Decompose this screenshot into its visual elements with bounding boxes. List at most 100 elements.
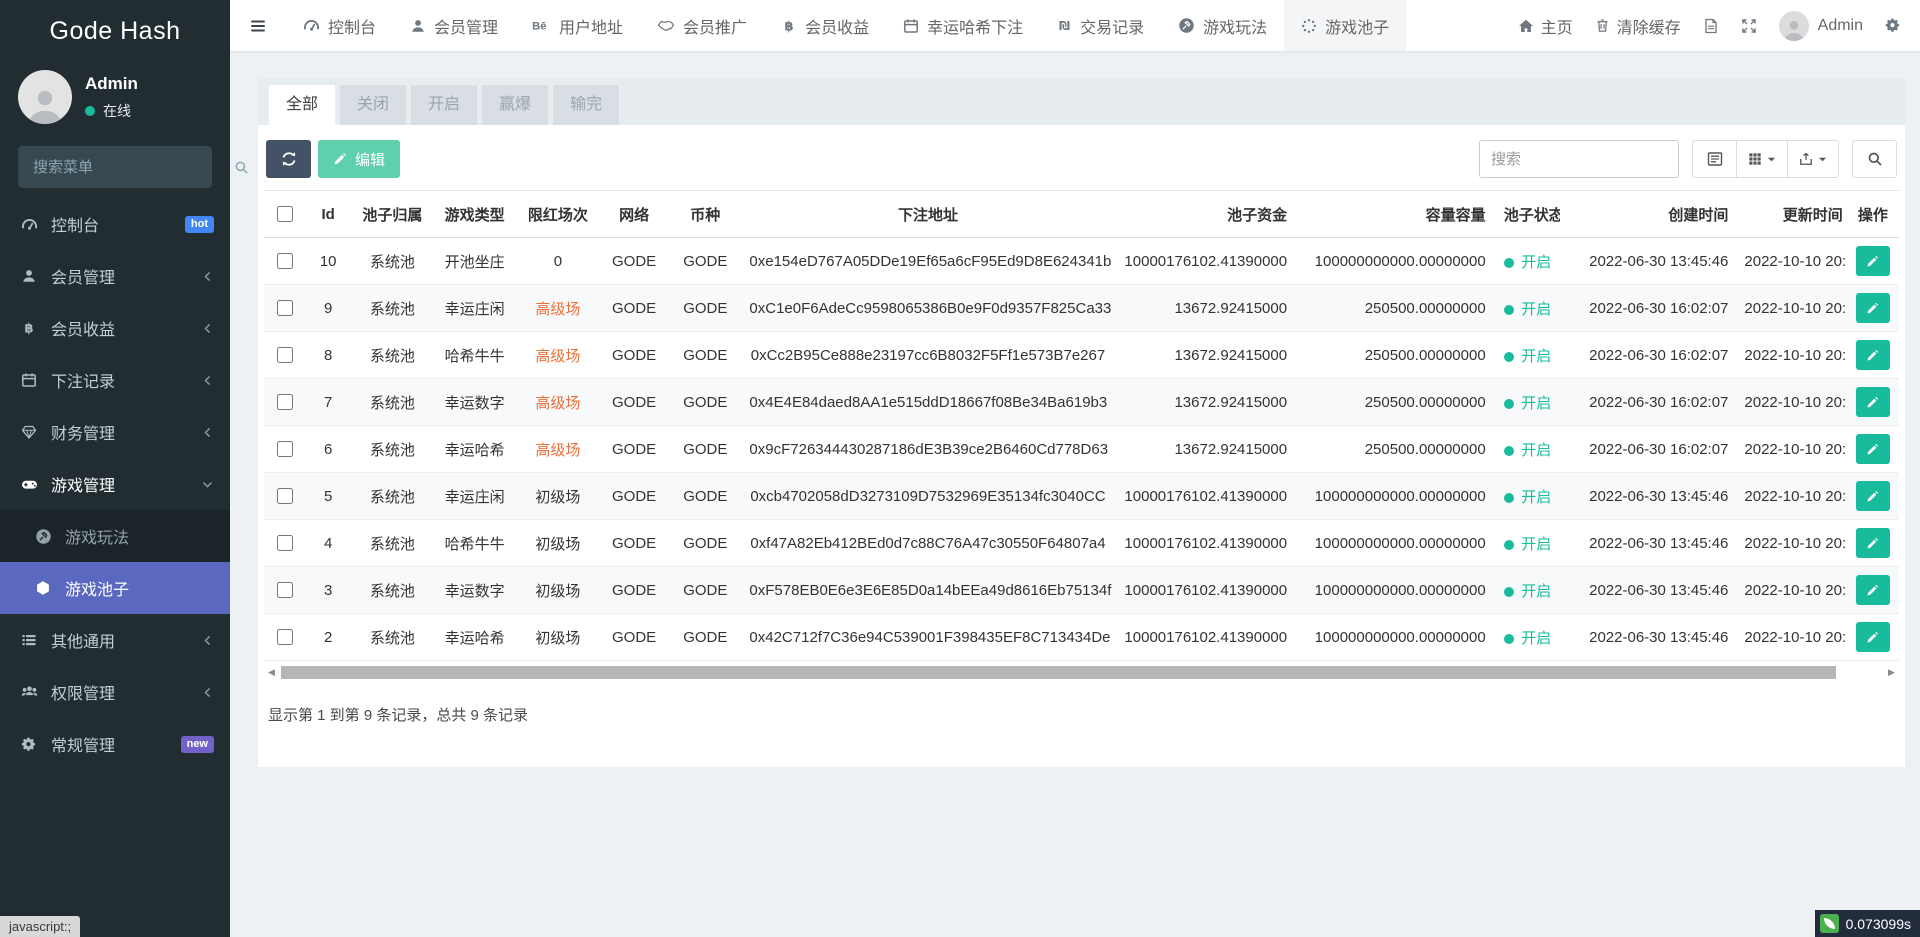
column-header[interactable]: Id — [304, 191, 352, 238]
row-edit-button[interactable] — [1856, 246, 1890, 276]
filter-tab[interactable]: 输完 — [553, 85, 619, 125]
navbar-tab[interactable]: 幸运哈希下注 — [886, 0, 1040, 51]
clear-cache-link[interactable]: 清除缓存 — [1595, 14, 1681, 38]
scroll-right-icon[interactable]: ▶ — [1884, 667, 1899, 678]
navbar-tab-label: 会员收益 — [805, 14, 869, 38]
sidebar-item-link[interactable]: ฿会员收益 — [0, 302, 230, 354]
refresh-button[interactable] — [266, 140, 311, 178]
row-edit-button[interactable] — [1856, 575, 1890, 605]
column-header[interactable]: 操作 — [1847, 191, 1899, 238]
navbar-tabs: 控制台会员管理Bē用户地址会员推广฿会员收益幸运哈希下注₪交易记录游戏玩法游戏池… — [286, 0, 1406, 51]
row-select-cell — [264, 614, 304, 661]
navbar-tab[interactable]: 游戏玩法 — [1161, 0, 1284, 51]
user-icon — [16, 268, 42, 284]
filter-tab[interactable]: 开启 — [411, 85, 477, 125]
search-icon[interactable] — [234, 160, 249, 175]
cell-game-type: 开池坐庄 — [432, 238, 516, 285]
row-edit-button[interactable] — [1856, 481, 1890, 511]
columns-button[interactable] — [1737, 140, 1788, 178]
scrollbar-track[interactable] — [279, 666, 1884, 679]
sidebar-item-link[interactable]: 常规管理new — [0, 718, 230, 770]
cell-pool-status: 开启 — [1496, 238, 1560, 285]
pool-panel: 全部关闭开启赢爆输完 编辑 — [258, 78, 1905, 767]
row-edit-button[interactable] — [1856, 622, 1890, 652]
cell-bet-address: 0x4E4E84daed8AA1e515ddD18667f08Be34Ba619… — [741, 379, 1114, 426]
toggle-detail-view-button[interactable] — [1692, 140, 1737, 178]
row-checkbox[interactable] — [277, 347, 293, 363]
row-checkbox[interactable] — [277, 300, 293, 316]
scrollbar-thumb[interactable] — [281, 666, 1836, 679]
cell-network: GODE — [599, 614, 669, 661]
sidebar-search[interactable] — [18, 146, 212, 188]
hamburger-menu-icon[interactable] — [230, 17, 286, 35]
column-header[interactable]: 容量容量 — [1297, 191, 1496, 238]
home-link[interactable]: 主页 — [1518, 14, 1573, 38]
column-header[interactable]: 网络 — [599, 191, 669, 238]
diamond-icon — [16, 424, 42, 440]
hammer-circle-icon — [1178, 17, 1195, 34]
column-header[interactable]: 池子状态 — [1496, 191, 1560, 238]
select-all-checkbox[interactable] — [277, 206, 293, 222]
navbar-tab[interactable]: 游戏池子 — [1284, 0, 1406, 51]
sidebar-item-link[interactable]: 游戏管理 — [0, 458, 230, 510]
row-checkbox[interactable] — [277, 441, 293, 457]
navbar-tab[interactable]: ₪交易记录 — [1040, 0, 1161, 51]
sidebar-item-link[interactable]: 下注记录 — [0, 354, 230, 406]
filter-tab[interactable]: 关闭 — [340, 85, 406, 125]
row-edit-button[interactable] — [1856, 434, 1890, 464]
export-button[interactable] — [1788, 140, 1839, 178]
sidebar-item: 权限管理 — [0, 666, 230, 718]
language-file-icon[interactable] — [1703, 18, 1719, 34]
cell-id: 2 — [304, 614, 352, 661]
navbar-tab[interactable]: Bē用户地址 — [515, 0, 640, 51]
hot-badge: hot — [185, 216, 214, 233]
table-search-input[interactable] — [1479, 140, 1679, 178]
row-checkbox[interactable] — [277, 582, 293, 598]
column-header[interactable]: 币种 — [669, 191, 741, 238]
navbar-tab[interactable]: 会员管理 — [393, 0, 515, 51]
table-row: 7系统池幸运数字高级场GODEGODE0x4E4E84daed8AA1e515d… — [264, 379, 1899, 426]
row-checkbox[interactable] — [277, 394, 293, 410]
cell-coin: GODE — [669, 285, 741, 332]
fullscreen-icon[interactable] — [1741, 18, 1757, 34]
cell-capacity: 100000000000.00000000 — [1297, 614, 1496, 661]
row-edit-button[interactable] — [1856, 293, 1890, 323]
navbar-tab[interactable]: ฿会员收益 — [764, 0, 886, 51]
row-edit-button[interactable] — [1856, 387, 1890, 417]
column-header[interactable]: 创建时间 — [1560, 191, 1739, 238]
user-status: 在线 — [85, 101, 138, 121]
cell-updated-time: 2022-10-10 20:1 — [1738, 426, 1846, 473]
sidebar-subitem-link[interactable]: 游戏池子 — [0, 562, 230, 614]
settings-gears-icon[interactable] — [1885, 17, 1902, 34]
filter-tab[interactable]: 全部 — [269, 85, 335, 125]
cell-pool-status: 开启 — [1496, 379, 1560, 426]
sidebar-item-link[interactable]: 其他通用 — [0, 614, 230, 666]
column-header[interactable]: 下注地址 — [741, 191, 1114, 238]
horizontal-scrollbar[interactable]: ◀ ▶ — [264, 664, 1899, 680]
column-header[interactable]: 游戏类型 — [432, 191, 516, 238]
sidebar-item-link[interactable]: 会员管理 — [0, 250, 230, 302]
edit-button[interactable]: 编辑 — [318, 140, 400, 178]
row-checkbox[interactable] — [277, 488, 293, 504]
sidebar-item-link[interactable]: 财务管理 — [0, 406, 230, 458]
search-button[interactable] — [1852, 140, 1897, 178]
navbar-tab[interactable]: 会员推广 — [640, 0, 764, 51]
column-header[interactable]: 池子归属 — [352, 191, 432, 238]
scroll-left-icon[interactable]: ◀ — [264, 667, 279, 678]
sidebar-item-link[interactable]: 控制台hot — [0, 198, 230, 250]
bcoin-icon: ฿ — [16, 320, 42, 336]
user-menu[interactable]: Admin — [1779, 11, 1863, 41]
column-header[interactable]: 池子资金 — [1115, 191, 1298, 238]
filter-tab[interactable]: 赢爆 — [482, 85, 548, 125]
row-checkbox[interactable] — [277, 629, 293, 645]
column-header[interactable]: 更新时间 — [1738, 191, 1846, 238]
row-edit-button[interactable] — [1856, 340, 1890, 370]
row-edit-button[interactable] — [1856, 528, 1890, 558]
sidebar-item-link[interactable]: 权限管理 — [0, 666, 230, 718]
sidebar-subitem-link[interactable]: 游戏玩法 — [0, 510, 230, 562]
column-header[interactable]: 限红场次 — [517, 191, 599, 238]
sidebar-search-input[interactable] — [31, 158, 234, 177]
row-checkbox[interactable] — [277, 535, 293, 551]
row-checkbox[interactable] — [277, 253, 293, 269]
navbar-tab[interactable]: 控制台 — [286, 0, 393, 51]
